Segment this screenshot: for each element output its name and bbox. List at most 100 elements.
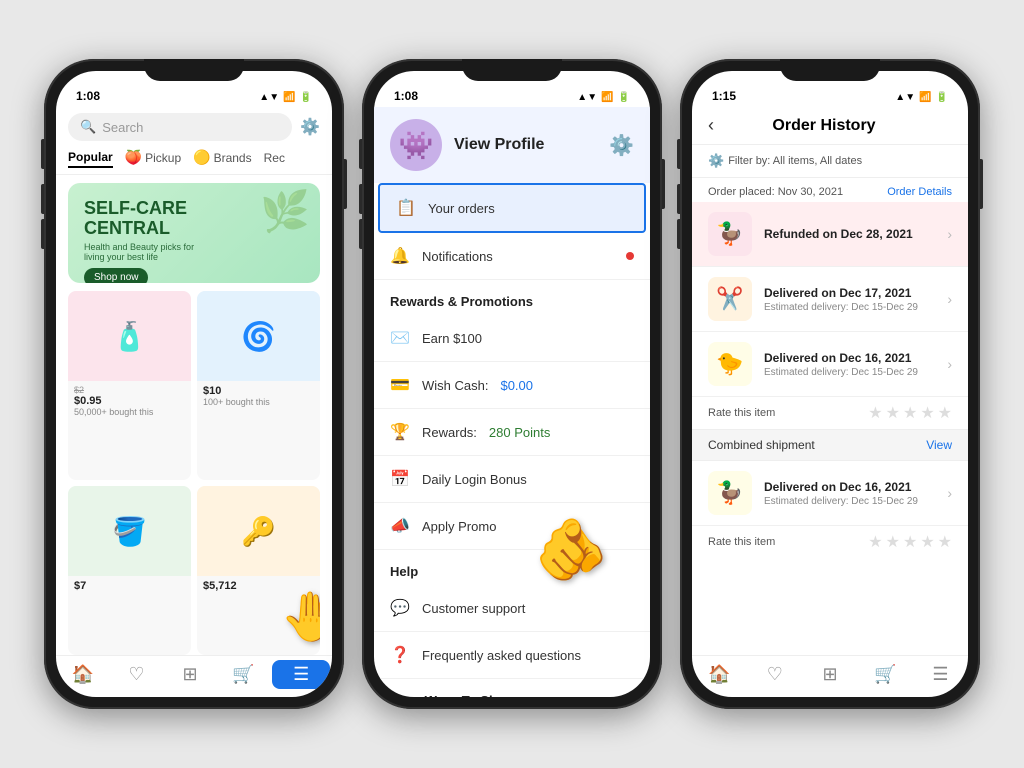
filter-toggle-icon: ⚙️ [708, 153, 724, 169]
menu-item-faq[interactable]: ❓ Frequently asked questions [374, 632, 650, 679]
tab-pickup[interactable]: 🍑 Pickup [125, 147, 181, 168]
back-button[interactable]: ‹ [708, 115, 714, 136]
product-card-2[interactable]: 🪣 $7 [68, 486, 191, 655]
menu-item-wishcash[interactable]: 💳 Wish Cash: $0.00 [374, 362, 650, 409]
menu-item-orders[interactable]: 📋 Your orders [378, 183, 646, 233]
rewards-value: 280 Points [489, 425, 550, 440]
signal-icon: ▲▼ [259, 92, 279, 103]
product-price-0: $0.95 [74, 395, 185, 407]
product-sold-0: 50,000+ bought this [74, 407, 185, 417]
star-10[interactable]: ★ [938, 532, 952, 552]
combined-view-link[interactable]: View [926, 438, 952, 452]
star-6[interactable]: ★ [868, 532, 882, 552]
cart-icon-1: 🛒 [232, 664, 254, 685]
shop-now-button[interactable]: Shop now [84, 268, 148, 283]
order-thumb-3: 🦆 [708, 471, 752, 515]
stars-2[interactable]: ★ ★ ★ ★ ★ [868, 532, 952, 552]
star-3[interactable]: ★ [903, 403, 917, 423]
filter-icon[interactable]: ⚙️ [300, 117, 320, 137]
product-card-1[interactable]: 🌀 $10 100+ bought this [197, 291, 320, 480]
menu-item-support[interactable]: 💬 Customer support [374, 585, 650, 632]
nav-home-1[interactable]: 🏠 [56, 664, 110, 685]
nav-cart-1[interactable]: 🛒 [217, 664, 271, 685]
status-icons-2: ▲▼ 📶 🔋 [577, 92, 630, 103]
rewards-label: Rewards: [422, 425, 477, 440]
search-bar: 🔍 Search ⚙️ [56, 107, 332, 147]
menu-item-daily[interactable]: 📅 Daily Login Bonus [374, 456, 650, 503]
nav-explore-3[interactable]: ⊞ [802, 664, 857, 685]
star-9[interactable]: ★ [920, 532, 934, 552]
faq-icon: ❓ [390, 645, 410, 665]
order-info-0: Refunded on Dec 28, 2021 [764, 227, 935, 241]
hand-cursor-1: 🤚 [280, 588, 320, 645]
time-3: 1:15 [712, 89, 736, 103]
signal-icon-2: ▲▼ [577, 92, 597, 103]
order-status-2: Delivered on Dec 16, 2021 [764, 351, 935, 365]
star-2[interactable]: ★ [886, 403, 900, 423]
nav-explore-1[interactable]: ⊞ [163, 664, 217, 685]
grid-icon-3: ⊞ [822, 664, 837, 685]
heart-icon-1: ♡ [128, 664, 144, 685]
order-item-dec16-a[interactable]: 🐤 Delivered on Dec 16, 2021 Estimated de… [692, 332, 968, 397]
nav-menu-3[interactable]: ☰ [913, 664, 968, 685]
view-profile-button[interactable]: View Profile [454, 136, 609, 154]
daily-label: Daily Login Bonus [422, 472, 527, 487]
menu-item-earn[interactable]: ✉️ Earn $100 [374, 315, 650, 362]
product-image-1: 🌀 [197, 291, 320, 381]
phone-3: 1:15 ▲▼ 📶 🔋 ‹ Order History ⚙️ Filter by… [680, 59, 980, 709]
tab-popular[interactable]: Popular [68, 147, 113, 168]
order-est-3: Estimated delivery: Dec 15-Dec 29 [764, 496, 935, 507]
order-details-link[interactable]: Order Details [887, 186, 952, 198]
notifications-label: Notifications [422, 249, 493, 264]
order-info-3: Delivered on Dec 16, 2021 Estimated deli… [764, 480, 935, 507]
star-7[interactable]: ★ [886, 532, 900, 552]
earn-label: Earn $100 [422, 331, 482, 346]
settings-icon[interactable]: ⚙️ [609, 133, 634, 158]
rate-section-1: Rate this item ★ ★ ★ ★ ★ [692, 397, 968, 429]
product-grid: 🧴 $2 $0.95 50,000+ bought this 🌀 $10 100… [56, 291, 332, 655]
filter-bar[interactable]: ⚙️ Filter by: All items, All dates [692, 145, 968, 178]
star-5[interactable]: ★ [938, 403, 952, 423]
wishcash-value: $0.00 [500, 378, 533, 393]
orders-label: Your orders [428, 201, 495, 216]
promo-icon: 📣 [390, 516, 410, 536]
battery-icon-2: 🔋 [618, 92, 630, 103]
menu-item-rewards[interactable]: 🏆 Rewards: 280 Points [374, 409, 650, 456]
wifi-icon: 📶 [283, 92, 295, 103]
rewards-icon: 🏆 [390, 422, 410, 442]
order-est-2: Estimated delivery: Dec 15-Dec 29 [764, 367, 935, 378]
notch-3 [780, 59, 880, 81]
combined-shipment-label: Combined shipment [708, 438, 815, 452]
home-icon-3: 🏠 [708, 664, 730, 685]
nav-home-3[interactable]: 🏠 [692, 664, 747, 685]
nav-wishlist-3[interactable]: ♡ [747, 664, 802, 685]
nav-cart-3[interactable]: 🛒 [858, 664, 913, 685]
banner-decoration: 🌿 [260, 188, 310, 235]
tab-brands[interactable]: 🟡 Brands [193, 147, 251, 168]
product-card-0[interactable]: 🧴 $2 $0.95 50,000+ bought this [68, 291, 191, 480]
order-history-header: ‹ Order History [692, 107, 968, 145]
wifi-icon-3: 📶 [919, 92, 931, 103]
tab-rec[interactable]: Rec [264, 147, 285, 168]
battery-icon-3: 🔋 [936, 92, 948, 103]
stars-1[interactable]: ★ ★ ★ ★ ★ [868, 403, 952, 423]
notch-1 [144, 59, 244, 81]
search-input[interactable]: 🔍 Search [68, 113, 292, 141]
order-status-1: Delivered on Dec 17, 2021 [764, 286, 935, 300]
star-1[interactable]: ★ [868, 403, 882, 423]
nav-menu-1[interactable]: ☰ [272, 660, 330, 689]
grid-icon-1: ⊞ [182, 664, 197, 685]
star-8[interactable]: ★ [903, 532, 917, 552]
product-price-1: $10 [203, 385, 314, 397]
product-card-3[interactable]: 🔑 $5,712 🤚 [197, 486, 320, 655]
menu-item-notifications[interactable]: 🔔 Notifications [374, 233, 650, 280]
home-icon-1: 🏠 [72, 664, 94, 685]
order-item-dec17[interactable]: ✂️ Delivered on Dec 17, 2021 Estimated d… [692, 267, 968, 332]
order-item-dec16-b[interactable]: 🦆 Delivered on Dec 16, 2021 Estimated de… [692, 461, 968, 526]
order-info-2: Delivered on Dec 16, 2021 Estimated deli… [764, 351, 935, 378]
notifications-icon: 🔔 [390, 246, 410, 266]
nav-wishlist-1[interactable]: ♡ [110, 664, 164, 685]
wishcash-label: Wish Cash: [422, 378, 488, 393]
order-item-refunded[interactable]: 🦆 Refunded on Dec 28, 2021 › [692, 202, 968, 267]
star-4[interactable]: ★ [920, 403, 934, 423]
